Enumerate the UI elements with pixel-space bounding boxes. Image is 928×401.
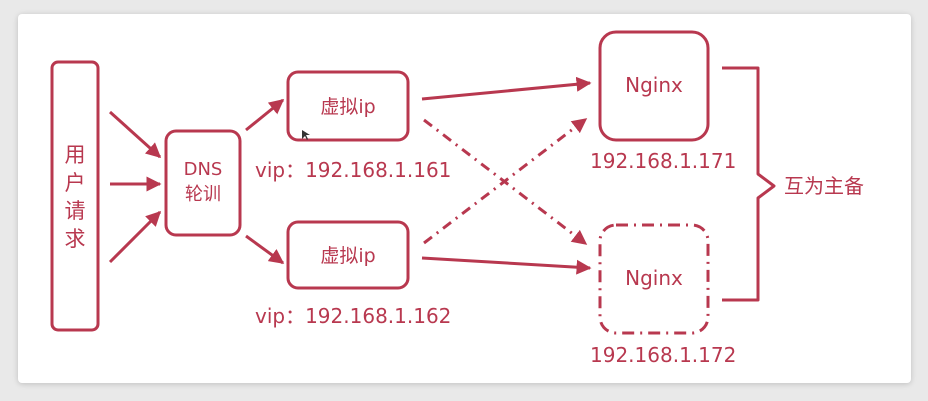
arrow-user-dns-bottom (108, 210, 162, 264)
dns-round-robin-label: 轮训 (185, 184, 221, 205)
vip-top-node: 虚拟ip (286, 70, 410, 142)
nginx-top-node: Nginx (598, 30, 710, 142)
arrow-dns-vip-top (245, 98, 285, 132)
vip-bottom-node: 虚拟ip (286, 220, 410, 290)
architecture-diagram: 用 户 请 求 DNS 轮训 虚拟ip vip：192.168.1.161 虚拟… (50, 30, 864, 367)
nginx-top-label: Nginx (625, 73, 683, 97)
dns-node: DNS 轮训 (164, 129, 242, 237)
arrow-vip-top-nginx-top (421, 76, 592, 101)
user-request-node: 用 户 请 求 (50, 60, 100, 332)
nginx-top-address: 192.168.1.171 (590, 149, 736, 173)
user-request-char-2: 户 (65, 171, 86, 195)
user-request-char-4: 求 (65, 227, 86, 251)
user-request-char-3: 请 (65, 199, 86, 223)
master-backup-bracket (722, 66, 776, 302)
vip-bottom-label: 虚拟ip (320, 245, 375, 267)
arrow-user-dns-top (108, 110, 162, 159)
nginx-bottom-address: 192.168.1.172 (590, 343, 736, 367)
master-backup-label: 互为主备 (784, 174, 864, 198)
arrow-vip-bottom-nginx-bottom (421, 256, 592, 275)
dns-label: DNS (184, 159, 223, 180)
nginx-bottom-node: Nginx (598, 223, 710, 335)
nginx-bottom-label: Nginx (625, 266, 683, 290)
vip-top-label: 虚拟ip (320, 96, 375, 118)
user-request-char-1: 用 (65, 143, 86, 167)
vip-bottom-address: vip：192.168.1.162 (255, 304, 451, 328)
vip-top-address: vip：192.168.1.161 (255, 158, 451, 182)
user-to-dns-arrows (108, 110, 162, 264)
arrow-dns-vip-bottom (245, 234, 285, 265)
